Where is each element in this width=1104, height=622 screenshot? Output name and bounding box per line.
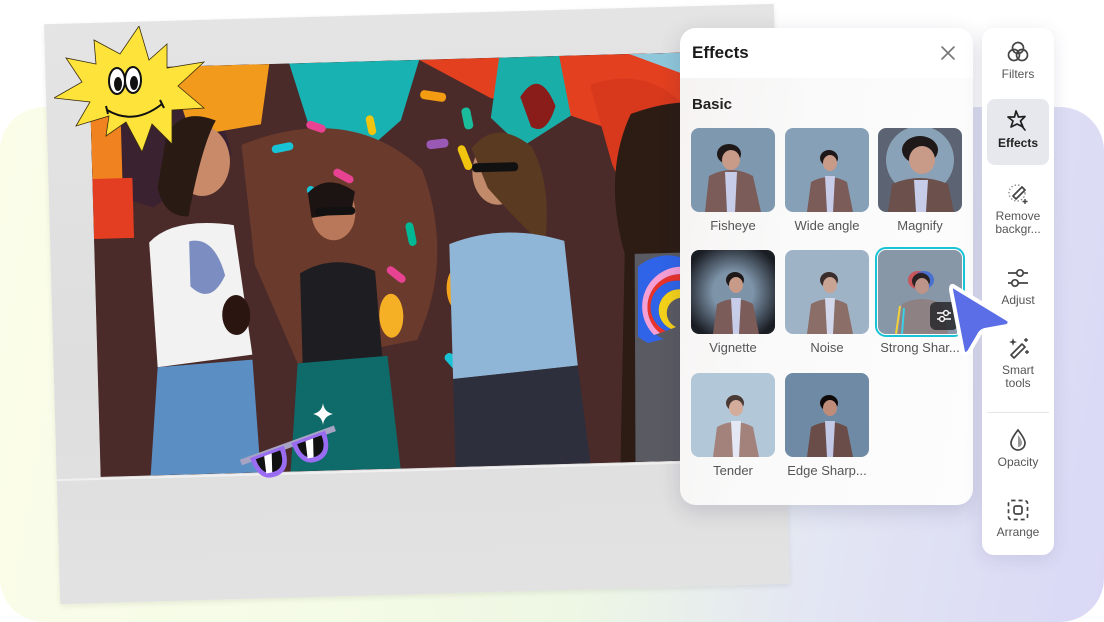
star-wand-icon: [1007, 110, 1026, 131]
effects-panel-header: Effects: [680, 28, 973, 78]
effect-thumbnail: [691, 128, 775, 212]
effect-label: Edge Sharp...: [787, 463, 867, 478]
effect-tile-magnify[interactable]: [878, 128, 962, 212]
effect-label: Fisheye: [710, 218, 756, 233]
toolbar-divider: [987, 412, 1049, 413]
effect-label: Wide angle: [794, 218, 860, 233]
tool-arrange[interactable]: Arrange: [987, 496, 1049, 548]
tool-opacity[interactable]: Opacity: [987, 426, 1049, 478]
sparkle-sticker: [313, 403, 333, 425]
tool-effects[interactable]: Effects: [987, 99, 1049, 165]
tool-label: Effects: [997, 136, 1038, 150]
droplet-icon: [1010, 428, 1026, 451]
tool-label: Filters: [1001, 67, 1035, 81]
effect-tile-fisheye[interactable]: [691, 128, 775, 212]
magic-eraser-icon: [1008, 184, 1028, 204]
effects-panel: Effects Basic Fisheye Wide angle Magnify…: [680, 28, 973, 505]
sunglasses-sticker[interactable]: [240, 420, 340, 482]
close-button[interactable]: [937, 42, 959, 64]
effect-thumbnail: [878, 128, 962, 212]
effect-thumbnail: [785, 373, 869, 457]
effects-panel-title: Effects: [692, 43, 749, 62]
section-title-basic: Basic: [692, 96, 733, 113]
three-circles-icon: [1007, 41, 1029, 62]
smiling-sun-sticker[interactable]: [54, 26, 206, 152]
tool-label: Smart tools: [1001, 363, 1034, 390]
effect-label: Noise: [810, 340, 844, 355]
tool-label: Opacity: [997, 455, 1039, 469]
effect-thumbnail: [785, 128, 869, 212]
mouse-pointer-icon: [949, 283, 1012, 355]
effect-tile-edge-sharpen[interactable]: [785, 373, 869, 457]
tool-label: Arrange: [996, 525, 1040, 539]
effect-thumbnail: [691, 250, 775, 334]
effect-tile-wide-angle[interactable]: [785, 128, 869, 212]
effect-thumbnail: [691, 373, 775, 457]
effect-thumbnail: [785, 250, 869, 334]
tool-filters[interactable]: Filters: [987, 36, 1049, 94]
effect-label: Tender: [713, 463, 753, 478]
effect-tile-tender[interactable]: [691, 373, 775, 457]
close-icon: [941, 46, 955, 60]
tool-label: Remove backgr...: [995, 209, 1041, 236]
effect-tile-noise[interactable]: [785, 250, 869, 334]
arrange-icon: [1007, 499, 1029, 521]
effect-label: Magnify: [897, 218, 943, 233]
effect-label: Vignette: [709, 340, 757, 355]
tool-remove-background[interactable]: Remove backgr...: [987, 176, 1049, 246]
effect-tile-vignette[interactable]: [691, 250, 775, 334]
